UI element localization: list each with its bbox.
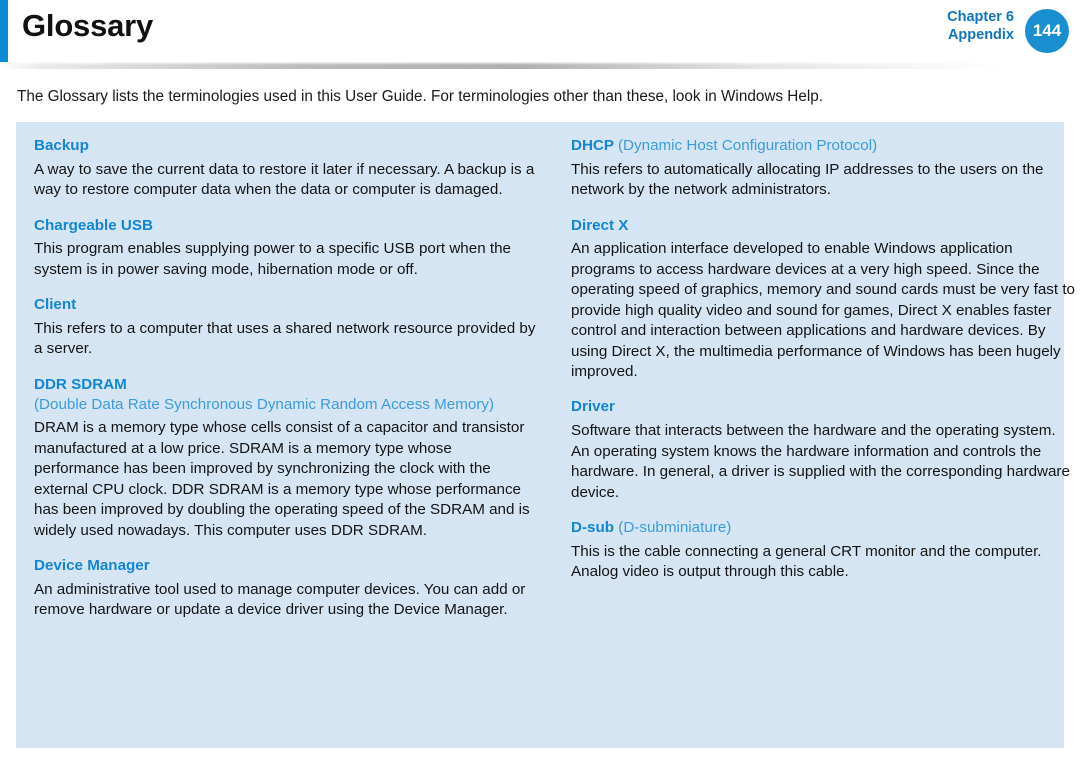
glossary-term-label: Direct X xyxy=(571,216,629,234)
page-number-badge: 144 xyxy=(1025,9,1069,53)
glossary-definition: Software that interacts between the hard… xyxy=(571,422,1070,501)
glossary-definition: An application interface developed to en… xyxy=(571,240,1075,380)
glossary-term-expansion: (Double Data Rate Synchronous Dynamic Ra… xyxy=(34,395,495,413)
glossary-definition: DRAM is a memory type whose cells consis… xyxy=(34,419,530,539)
glossary-entry: Direct X An application interface develop… xyxy=(571,216,1076,383)
glossary-column-left: Backup A way to save the current data to … xyxy=(34,136,539,738)
chapter-indicator: Chapter 6 Appendix xyxy=(947,9,1014,44)
intro-text: The Glossary lists the terminologies use… xyxy=(17,88,823,105)
glossary-term: Client xyxy=(34,295,539,315)
glossary-term: Device Manager xyxy=(34,556,539,576)
glossary-entry: Device Manager An administrative tool use… xyxy=(34,556,539,621)
page-header: Glossary Chapter 6 Appendix 144 xyxy=(0,0,1080,62)
glossary-term-expansion: (Dynamic Host Configuration Protocol) xyxy=(618,137,878,154)
glossary-term: Chargeable USB xyxy=(34,216,539,236)
glossary-entry: D-sub (D-subminiature) This is the cable … xyxy=(571,518,1076,583)
glossary-columns: Backup A way to save the current data to … xyxy=(34,136,1075,738)
header-divider xyxy=(0,62,1080,69)
glossary-term-label: Driver xyxy=(571,398,615,416)
glossary-entry: DHCP (Dynamic Host Configuration Protoco… xyxy=(571,136,1076,201)
glossary-term: D-sub (D-subminiature) xyxy=(571,518,1076,538)
glossary-term: DDR SDRAM (Double Data Rate Synchronous D… xyxy=(34,375,539,415)
glossary-entry: Chargeable USB This program enables suppl… xyxy=(34,216,539,281)
glossary-definition: This refers to automatically allocating … xyxy=(571,160,1044,199)
chapter-label: Chapter 6 xyxy=(947,9,1014,25)
glossary-term: Direct X xyxy=(571,216,1076,236)
header-accent-bar xyxy=(0,0,8,62)
glossary-entry: Client This refers to a computer that use… xyxy=(34,295,539,360)
glossary-term-label: Backup xyxy=(34,137,89,154)
glossary-term-label: Client xyxy=(34,296,77,314)
glossary-term-label: D-sub xyxy=(571,518,615,536)
glossary-definition: This is the cable connecting a general C… xyxy=(571,542,1042,581)
glossary-panel: Backup A way to save the current data to … xyxy=(16,122,1075,748)
glossary-term-label: Chargeable USB xyxy=(34,216,154,234)
glossary-term-label: Device Manager xyxy=(34,557,150,574)
page-title: Glossary xyxy=(22,8,154,43)
glossary-term: Backup xyxy=(34,136,539,156)
glossary-term-label: DDR SDRAM xyxy=(34,375,127,393)
glossary-term-label: DHCP xyxy=(571,137,614,154)
section-label: Appendix xyxy=(947,26,1014,43)
glossary-definition: This program enables supplying power to … xyxy=(34,240,511,278)
glossary-term-expansion: (D-subminiature) xyxy=(618,518,732,536)
glossary-definition: An administrative tool used to manage co… xyxy=(34,580,526,619)
glossary-definition: This refers to a computer that uses a sh… xyxy=(34,320,536,358)
glossary-term: DHCP (Dynamic Host Configuration Protoco… xyxy=(571,136,1076,156)
glossary-entry: Driver Software that interacts between th… xyxy=(571,397,1076,503)
glossary-entry: DDR SDRAM (Double Data Rate Synchronous D… xyxy=(34,375,539,541)
glossary-entry: Backup A way to save the current data to … xyxy=(34,136,539,201)
glossary-term: Driver xyxy=(571,397,1076,417)
glossary-column-right: DHCP (Dynamic Host Configuration Protoco… xyxy=(571,136,1076,738)
glossary-definition: A way to save the current data to restor… xyxy=(34,160,535,199)
